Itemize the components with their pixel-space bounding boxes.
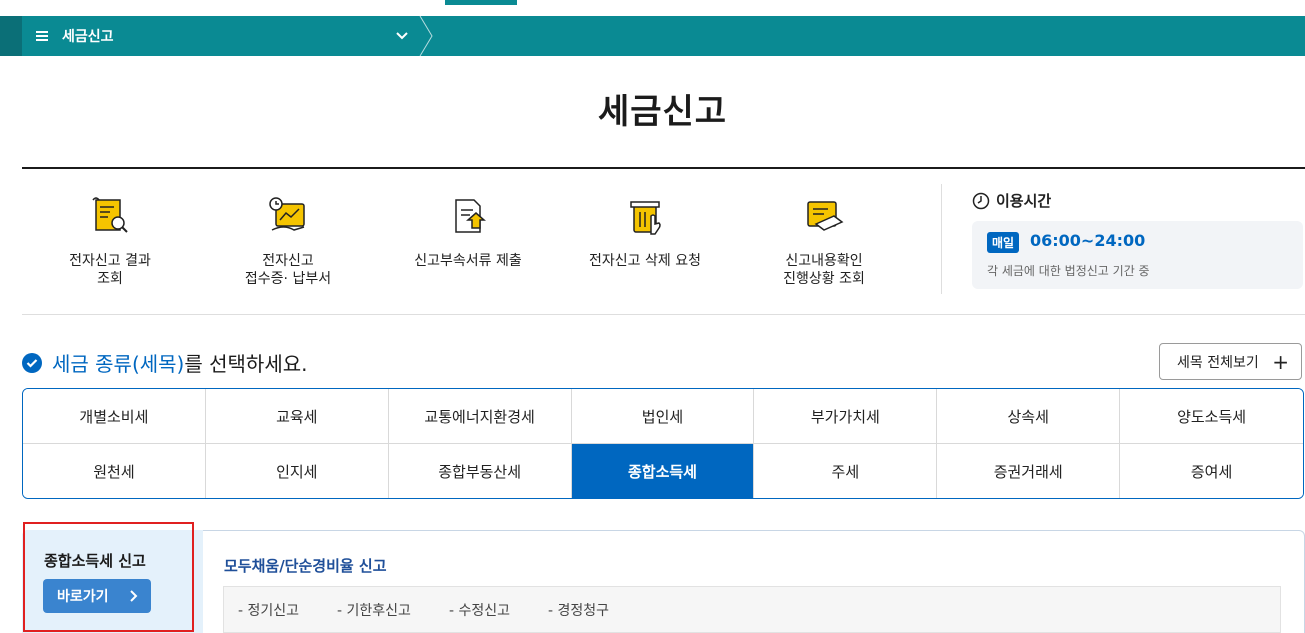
quick-item-delete-request[interactable]: 전자신고 삭제 요청 [555,194,735,270]
tax-type-item[interactable]: 교통에너지환경세 [388,389,572,444]
menu-label: 세금신고 [62,29,114,45]
vertical-divider [941,184,942,294]
view-all-label: 세목 전체보기 [1177,354,1259,371]
tax-type-item[interactable]: 교육세 [205,389,389,444]
hours-title: 이용시간 [972,190,1051,211]
quick-item-attachment-submit[interactable]: 신고부속서류 제출 [378,194,558,270]
go-button-label: 바로가기 [57,589,109,605]
quick-item-label: 전자신고 삭제 요청 [589,253,701,269]
check-circle-icon [22,352,42,373]
top-tab-indicator [445,0,517,5]
link-correction-claim[interactable]: - 경정청구 [548,600,609,620]
hours-box: 매일 06:00~24:00 각 세금에 대한 법정신고 기간 중 [972,221,1303,289]
tax-type-item[interactable]: 종합부동산세 [388,444,572,498]
tax-type-item[interactable]: 종합소득세 [571,444,755,498]
quick-item-label: 신고부속서류 제출 [414,253,522,269]
tax-type-item[interactable]: 인지세 [205,444,389,498]
sub-title: 모두채움/단순경비율 신고 [224,557,387,575]
quick-item-progress-inquiry[interactable]: 신고내용확인 진행상황 조회 [734,194,914,288]
tax-type-item[interactable]: 증여세 [1120,444,1303,498]
link-amended-filing[interactable]: - 수정신고 [449,600,510,620]
highlight-box [23,522,194,632]
tax-type-item[interactable]: 원천세 [23,444,206,498]
tax-type-item[interactable]: 상속세 [937,389,1121,444]
tax-type-item[interactable]: 부가가치세 [754,389,938,444]
tax-select-heading: 세금 종류(세목) 를 선택하세요. [22,348,308,377]
quick-item-result-inquiry[interactable]: 전자신고 결과 조회 [20,194,200,288]
location-bar: 세금신고 [0,16,1305,56]
quick-item-receipt[interactable]: 전자신고 접수증· 납부서 [198,194,378,288]
plus-icon: + [1272,349,1289,374]
hours-time: 06:00~24:00 [1030,231,1146,250]
tax-type-item[interactable]: 양도소득세 [1120,389,1303,444]
home-block[interactable] [0,16,22,56]
scroll-search-icon [92,197,128,233]
go-button[interactable]: 바로가기 [43,579,151,613]
clock-icon [972,192,990,209]
quick-item-label: 전자신고 결과 조회 [69,253,151,287]
chevron-down-icon [396,32,408,40]
tax-type-item[interactable]: 증권거래세 [937,444,1121,498]
link-regular-filing[interactable]: - 정기신고 [238,600,299,620]
menu-dropdown[interactable]: 세금신고 [22,16,420,56]
tax-type-item[interactable]: 법인세 [571,389,755,444]
link-late-filing[interactable]: - 기한후신고 [337,600,411,620]
tax-type-item[interactable]: 주세 [754,444,938,498]
receipt-payment-icon [269,197,305,231]
view-all-tax-button[interactable]: 세목 전체보기 + [1159,343,1302,380]
quick-item-label: 신고내용확인 진행상황 조회 [783,253,865,287]
document-check-icon [807,201,844,231]
sub-links-bar: - 정기신고 - 기한후신고 - 수정신고 - 경정청구 [223,586,1281,633]
hours-description: 각 세금에 대한 법정신고 기간 중 [987,264,1150,278]
breadcrumb-separator-icon [419,16,433,56]
tax-type-grid: 개별소비세 교육세 교통에너지환경세 법인세 부가가치세 상속세 양도소득세 원천세 인지세 종합… [22,388,1304,499]
chevron-right-icon [130,590,138,602]
title-divider [22,167,1305,169]
quick-item-label: 전자신고 접수증· 납부서 [244,253,332,287]
side-title: 종합소득세 신고 [44,552,146,570]
document-upload-icon [455,199,486,233]
tax-type-item[interactable]: 개별소비세 [23,389,206,444]
hamburger-icon [36,29,48,43]
page-title: 세금신고 [597,92,728,132]
section-divider [22,314,1305,315]
daily-badge: 매일 [987,232,1020,253]
trash-delete-icon [630,201,661,235]
